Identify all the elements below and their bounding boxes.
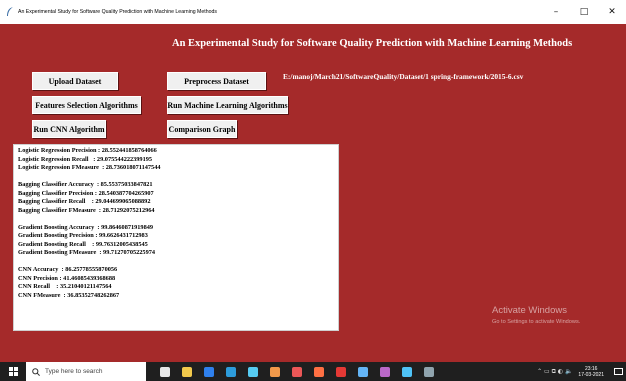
store-icon-glyph <box>204 366 214 377</box>
results-text-area[interactable]: Logistic Regression Precision : 28.55244… <box>13 144 339 331</box>
result-line: Logistic Regression Recall : 29.07554422… <box>18 155 153 163</box>
app-icon-3-glyph <box>358 366 368 377</box>
app-heading: An Experimental Study for Software Quali… <box>172 38 573 49</box>
result-line: Bagging Classifier Precision : 28.540387… <box>18 189 154 197</box>
notification-icon <box>613 367 623 375</box>
result-line <box>18 258 334 267</box>
activate-windows-subtitle: Go to Settings to activate Windows. <box>492 319 581 325</box>
taskbar: Type here to search ⌃ ▭ ⧉ ◐ 🔈 23:16 17-0… <box>0 362 626 381</box>
result-line: CNN Accuracy : 86.25778555870056 <box>18 266 118 273</box>
app-icon-6-glyph <box>424 366 434 377</box>
result-line: Gradient Boosting FMeasure : 99.71270705… <box>18 249 156 256</box>
taskbar-clock[interactable]: 23:16 17-03-2021 <box>578 366 604 378</box>
app-icon-5[interactable] <box>398 362 416 381</box>
feather-icon <box>7 7 13 16</box>
windows-logo-icon <box>8 367 18 376</box>
notepad-icon[interactable] <box>244 362 262 381</box>
upload-dataset-button[interactable]: Upload Dataset <box>32 72 118 90</box>
result-line: Gradient Boosting Recall : 99.7631200543… <box>18 240 148 248</box>
app-window: An Experimental Study for Software Quali… <box>0 24 626 346</box>
notepad-icon-glyph <box>248 366 258 377</box>
tray-status-icons[interactable]: ⌃ ▭ ⧉ ◐ 🔈 <box>537 368 572 376</box>
result-line: CNN Precision : 41.46085439368688 <box>18 274 116 282</box>
result-line: CNN FMeasure : 36.85352748262867 <box>18 291 120 299</box>
app-icon-2-glyph <box>336 366 346 377</box>
notification-button[interactable] <box>610 362 626 381</box>
app-icon-2[interactable] <box>332 362 350 381</box>
task-view-icon[interactable] <box>156 362 174 381</box>
result-line: Gradient Boosting Accuracy : 99.86460871… <box>18 223 154 231</box>
comparison-graph-button[interactable]: Comparison Graph <box>167 120 237 138</box>
file-explorer-icon-glyph <box>182 366 192 377</box>
task-view-icon-glyph <box>160 366 170 377</box>
app-icon-3[interactable] <box>354 362 372 381</box>
store-icon[interactable] <box>200 362 218 381</box>
file-explorer-icon[interactable] <box>178 362 196 381</box>
result-line: CNN Recall : 35.21040121147564 <box>18 283 112 290</box>
edge-icon-glyph <box>226 366 236 377</box>
system-tray: ⌃ ▭ ⧉ ◐ 🔈 23:16 17-03-2021 <box>537 362 626 381</box>
app-icon-1-glyph <box>314 366 324 377</box>
activate-windows-title: Activate Windows <box>492 305 567 316</box>
taskbar-search-box[interactable]: Type here to search <box>26 362 146 381</box>
edge-icon[interactable] <box>222 362 240 381</box>
preprocess-dataset-button[interactable]: Preprocess Dataset <box>167 72 266 90</box>
result-line: Logistic Regression Precision : 28.55244… <box>18 147 157 154</box>
app-icon-5-glyph <box>402 366 412 377</box>
window-title-bar: An Experimental Study for Software Quali… <box>0 0 626 24</box>
close-button[interactable]: ✕ <box>598 0 626 24</box>
result-line <box>18 173 334 182</box>
chrome-icon[interactable] <box>288 362 306 381</box>
window-title: An Experimental Study for Software Quali… <box>18 9 217 15</box>
clock-date: 17-03-2021 <box>578 371 604 378</box>
python-icon[interactable] <box>266 362 284 381</box>
minimize-button[interactable]: – <box>542 0 570 24</box>
run-cnn-button[interactable]: Run CNN Algorithm <box>32 120 106 138</box>
app-icon-1[interactable] <box>310 362 328 381</box>
result-line <box>18 215 334 224</box>
dataset-path-label: E:/manoj/March21/SoftwareQuality/Dataset… <box>283 72 524 81</box>
result-line: Bagging Classifier Accuracy : 85.5537503… <box>18 181 153 188</box>
python-icon-glyph <box>270 366 280 377</box>
search-placeholder: Type here to search <box>45 368 103 375</box>
app-icon-4-glyph <box>380 366 390 377</box>
run-ml-algorithms-button[interactable]: Run Machine Learning Algorithms <box>167 96 288 114</box>
chrome-icon-glyph <box>292 366 302 377</box>
result-line: Gradient Boosting Precision : 99.6626431… <box>18 232 148 239</box>
maximize-button[interactable]: □ <box>570 0 598 24</box>
result-line: Logistic Regression FMeasure : 28.736018… <box>18 164 161 171</box>
result-line: Bagging Classifier Recall : 29.044699065… <box>18 198 151 205</box>
result-line: Bagging Classifier FMeasure : 28.7129207… <box>18 206 155 214</box>
app-icon-6[interactable] <box>420 362 438 381</box>
features-selection-button[interactable]: Features Selection Algorithms <box>32 96 141 114</box>
start-button[interactable] <box>0 362 26 381</box>
search-icon <box>32 367 40 376</box>
app-icon-4[interactable] <box>376 362 394 381</box>
